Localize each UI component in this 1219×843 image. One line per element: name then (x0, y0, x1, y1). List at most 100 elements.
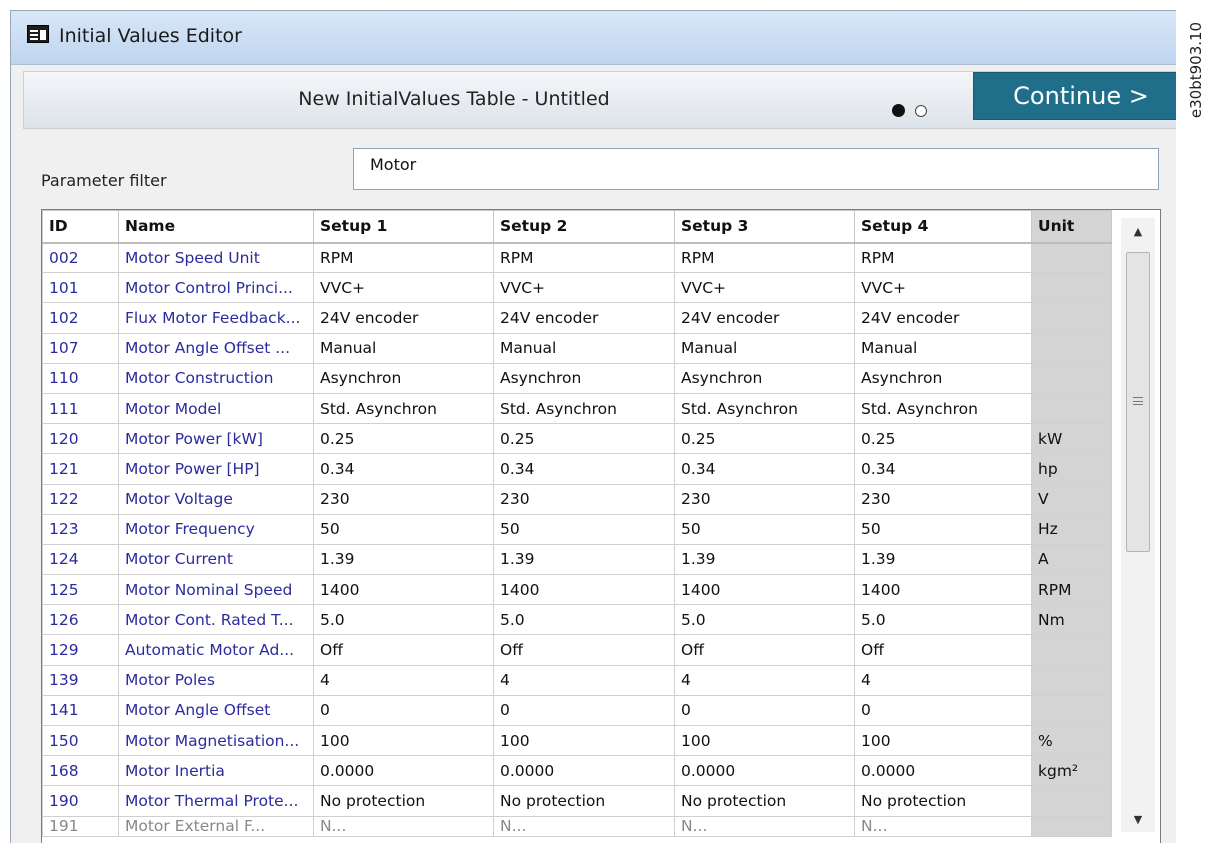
setup-2-cell[interactable]: 100 (493, 724, 675, 757)
vertical-scrollbar[interactable]: ▲ ▼ (1121, 218, 1155, 832)
setup-4-cell[interactable]: 230 (854, 483, 1032, 515)
setup-2-cell[interactable]: 50 (493, 513, 675, 545)
setup-4-cell[interactable]: Asynchron (854, 362, 1032, 394)
setup-4-cell[interactable]: 0 (854, 694, 1032, 727)
setup-4-cell[interactable]: 50 (854, 513, 1032, 545)
table-row[interactable]: 122 Motor Voltage 230 230 230 230 V (42, 483, 1112, 515)
setup-3-cell[interactable]: 0.25 (674, 423, 855, 455)
setup-1-cell[interactable]: 0.0000 (313, 755, 494, 787)
setup-1-cell[interactable]: 0.25 (313, 423, 494, 455)
scroll-up-arrow-icon[interactable]: ▲ (1121, 218, 1155, 244)
parameter-filter-input[interactable] (353, 148, 1159, 190)
setup-2-cell[interactable]: RPM (493, 241, 675, 274)
setup-2-cell[interactable]: Std. Asynchron (493, 392, 675, 425)
setup-3-cell[interactable]: 1.39 (674, 543, 855, 576)
table-row[interactable]: 120 Motor Power [kW] 0.25 0.25 0.25 0.25 kW (42, 423, 1112, 455)
setup-4-cell[interactable]: 4 (854, 664, 1032, 696)
setup-2-cell[interactable]: 1.39 (493, 543, 675, 576)
setup-3-cell[interactable]: Off (674, 634, 855, 666)
table-row[interactable]: 129 Automatic Motor Ad... Off Off Off Off (42, 634, 1112, 666)
setup-1-cell[interactable]: 0 (313, 694, 494, 727)
table-row[interactable]: 124 Motor Current 1.39 1.39 1.39 1.39 A (42, 543, 1112, 576)
setup-2-cell[interactable]: 4 (493, 664, 675, 696)
table-row[interactable]: 190 Motor Thermal Prote... No protection No… (42, 785, 1112, 817)
scroll-down-arrow-icon[interactable]: ▼ (1121, 806, 1155, 832)
setup-4-cell[interactable]: 0.25 (854, 423, 1032, 455)
table-row-partial[interactable]: 191 Motor External F... N... N... N... N... (42, 815, 1112, 837)
setup-2-cell[interactable]: No protection (493, 785, 675, 817)
column-header-id[interactable]: ID (42, 210, 119, 244)
setup-3-cell[interactable]: 230 (674, 483, 855, 515)
setup-3-cell[interactable]: Asynchron (674, 362, 855, 394)
setup-4-cell[interactable]: 24V encoder (854, 302, 1032, 334)
setup-1-cell[interactable]: 100 (313, 724, 494, 757)
table-row[interactable]: 139 Motor Poles 4 4 4 4 (42, 664, 1112, 696)
setup-3-cell[interactable]: RPM (674, 241, 855, 274)
setup-2-cell[interactable]: 0.0000 (493, 755, 675, 787)
setup-4-cell[interactable]: 1.39 (854, 543, 1032, 576)
setup-3-cell[interactable]: 24V encoder (674, 302, 855, 334)
setup-1-cell[interactable]: 24V encoder (313, 302, 494, 334)
table-row[interactable]: 110 Motor Construction Asynchron Asynchron A… (42, 362, 1112, 394)
setup-4-cell[interactable]: RPM (854, 241, 1032, 274)
setup-3-cell[interactable]: VVC+ (674, 272, 855, 304)
setup-2-cell[interactable]: 0.25 (493, 423, 675, 455)
page-dot-inactive[interactable] (915, 104, 927, 117)
column-header-setup-4[interactable]: Setup 4 (854, 210, 1032, 244)
setup-3-cell[interactable]: 1400 (674, 574, 855, 606)
setup-3-cell[interactable]: 4 (674, 664, 855, 696)
table-row[interactable]: 101 Motor Control Princi... VVC+ VVC+ VVC+ VV… (42, 272, 1112, 304)
setup-1-cell[interactable]: 0.34 (313, 453, 494, 485)
setup-4-cell[interactable]: Manual (854, 332, 1032, 364)
table-row[interactable]: 126 Motor Cont. Rated T... 5.0 5.0 5.0 5.0 Nm (42, 604, 1112, 636)
column-header-setup-3[interactable]: Setup 3 (674, 210, 855, 244)
setup-1-cell[interactable]: 230 (313, 483, 494, 515)
setup-1-cell[interactable]: Std. Asynchron (313, 392, 494, 425)
setup-3-cell[interactable]: No protection (674, 785, 855, 817)
table-row[interactable]: 102 Flux Motor Feedback... 24V encoder 24V … (42, 302, 1112, 334)
setup-3-cell[interactable]: Manual (674, 332, 855, 364)
table-row[interactable]: 150 Motor Magnetisation... 100 100 100 100% (42, 724, 1112, 757)
setup-4-cell[interactable]: 0.0000 (854, 755, 1032, 787)
setup-2-cell[interactable]: VVC+ (493, 272, 675, 304)
setup-3-cell[interactable]: 0 (674, 694, 855, 727)
setup-2-cell[interactable]: 24V encoder (493, 302, 675, 334)
setup-3-cell[interactable]: 0.0000 (674, 755, 855, 787)
setup-4-cell[interactable]: 5.0 (854, 604, 1032, 636)
setup-1-cell[interactable]: 1.39 (313, 543, 494, 576)
setup-2-cell[interactable]: 230 (493, 483, 675, 515)
setup-4-cell[interactable]: No protection (854, 785, 1032, 817)
setup-1-cell[interactable]: 1400 (313, 574, 494, 606)
table-row[interactable]: 141 Motor Angle Offset 0 0 0 0 (42, 694, 1112, 727)
table-row[interactable]: 002 Motor Speed Unit RPM RPM RPM RPM (42, 241, 1112, 274)
continue-button[interactable]: Continue > (973, 72, 1176, 120)
scroll-thumb[interactable] (1126, 252, 1150, 552)
setup-4-cell[interactable]: 0.34 (854, 453, 1032, 485)
setup-4-cell[interactable]: 100 (854, 724, 1032, 757)
setup-2-cell[interactable]: 0.34 (493, 453, 675, 485)
setup-3-cell[interactable]: 50 (674, 513, 855, 545)
table-row[interactable]: 107 Motor Angle Offset ... Manual Manual Man… (42, 332, 1112, 364)
table-row[interactable]: 111 Motor Model Std. Asynchron Std. Asynchr… (42, 392, 1112, 425)
column-header-setup-1[interactable]: Setup 1 (313, 210, 494, 244)
setup-2-cell[interactable]: 5.0 (493, 604, 675, 636)
setup-4-cell[interactable]: Std. Asynchron (854, 392, 1032, 425)
setup-4-cell[interactable]: Off (854, 634, 1032, 666)
column-header-name[interactable]: Name (118, 210, 314, 244)
setup-1-cell[interactable]: 50 (313, 513, 494, 545)
page-dot-active[interactable] (892, 104, 905, 117)
setup-2-cell[interactable]: Asynchron (493, 362, 675, 394)
setup-3-cell[interactable]: Std. Asynchron (674, 392, 855, 425)
setup-1-cell[interactable]: RPM (313, 241, 494, 274)
setup-1-cell[interactable]: Off (313, 634, 494, 666)
setup-3-cell[interactable]: 100 (674, 724, 855, 757)
setup-1-cell[interactable]: No protection (313, 785, 494, 817)
table-row[interactable]: 168 Motor Inertia 0.0000 0.0000 0.0000 0.0000… (42, 755, 1112, 787)
column-header-setup-2[interactable]: Setup 2 (493, 210, 675, 244)
setup-2-cell[interactable]: Off (493, 634, 675, 666)
setup-1-cell[interactable]: Manual (313, 332, 494, 364)
setup-2-cell[interactable]: 1400 (493, 574, 675, 606)
setup-1-cell[interactable]: VVC+ (313, 272, 494, 304)
table-row[interactable]: 121 Motor Power [HP] 0.34 0.34 0.34 0.34 hp (42, 453, 1112, 485)
setup-1-cell[interactable]: Asynchron (313, 362, 494, 394)
